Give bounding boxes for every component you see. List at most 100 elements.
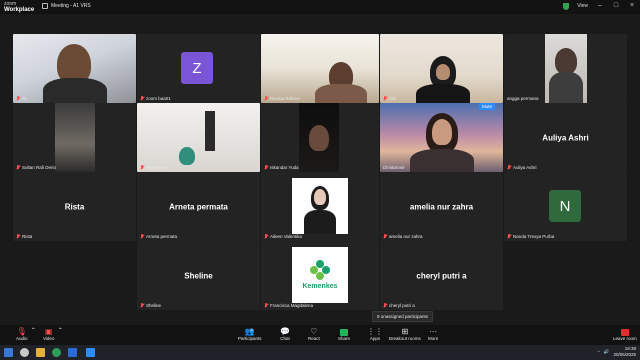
share-button[interactable]: Share (338, 327, 350, 341)
video-tile-iskandar[interactable]: Iskandar Yuda (261, 103, 379, 172)
close-icon[interactable]: × (628, 2, 636, 10)
security-shield-icon[interactable] (563, 2, 570, 10)
minimize-icon[interactable]: – (596, 2, 604, 10)
participant-video (299, 103, 339, 172)
video-tile-al[interactable]: AL (13, 34, 136, 103)
video-options-caret[interactable]: ˆ (59, 327, 62, 336)
name-label: Francisca Magdalena (270, 303, 314, 308)
app-logo: zoom Workplace (4, 1, 34, 13)
meeting-tab[interactable]: Meeting - A1 VRS (42, 3, 91, 9)
file-explorer-icon[interactable] (36, 348, 45, 357)
participant-name: Devina Rahma (264, 96, 300, 101)
mic-muted-icon (264, 96, 268, 101)
participant-display-name: Arneta permata (169, 202, 228, 211)
participant-name: CM (383, 96, 396, 101)
participant-name: Rista (16, 234, 32, 239)
mic-muted-icon (383, 234, 387, 239)
video-tile-sheline[interactable]: Sheline Sheline (137, 241, 260, 310)
chat-label: Chat (280, 336, 290, 341)
chat-button[interactable]: 💬 Chat (280, 327, 290, 341)
video-tile-devina[interactable]: Devina Rahma (261, 34, 379, 103)
participant-display-name: Sheline (184, 271, 213, 280)
participants-button[interactable]: 👥 18 Participants (238, 327, 262, 341)
participant-name: Arja Seisa (140, 165, 167, 170)
name-label: Dimitarose (383, 165, 405, 170)
mute-button[interactable]: Mute (478, 103, 495, 110)
video-tile-dimitarose[interactable]: Mute Dimitarose (380, 103, 503, 172)
volume-icon[interactable]: 🔊 (604, 349, 610, 355)
name-label: Sultan Rafi Derio (22, 165, 57, 170)
name-label: Iskandar Yuda (270, 165, 299, 170)
video-tile-arneta[interactable]: Arneta permata Arneta permata (137, 172, 260, 241)
zoom-app-icon[interactable] (86, 348, 95, 357)
apps-button[interactable]: ⋮⋮ Apps (367, 327, 383, 341)
search-icon[interactable] (20, 348, 29, 357)
meeting-icon (42, 3, 48, 9)
name-label: Auliya Ashri (513, 165, 537, 170)
participant-name: Dimitarose (383, 165, 405, 170)
title-bar: zoom Workplace Meeting - A1 VRS View – □… (0, 0, 640, 14)
breakout-label: Breakout rooms (389, 336, 421, 341)
more-button[interactable]: ··· More (428, 327, 438, 341)
breakout-rooms-button[interactable]: ⊞ Breakout rooms (389, 327, 421, 341)
participant-face (309, 125, 329, 151)
avatar: N (549, 190, 581, 222)
leave-room-button[interactable]: Leave room (613, 327, 637, 341)
wifi-icon[interactable]: ◔ (597, 349, 600, 354)
name-label: AL (22, 96, 28, 101)
participant-video (179, 147, 195, 165)
participant-name: cheryl putri a (383, 303, 415, 308)
react-button[interactable]: ♡ React (308, 327, 320, 341)
name-label: Arja Seisa (146, 165, 167, 170)
participant-name: Sultan Rafi Derio (16, 165, 56, 170)
name-label: Aileen Valentika (270, 234, 302, 239)
video-tile-cm[interactable]: CM (380, 34, 503, 103)
audio-options-caret[interactable]: ˆ (32, 327, 35, 336)
video-tile-arja[interactable]: Arja Seisa (137, 103, 260, 172)
mic-muted-icon (264, 234, 268, 239)
audio-button[interactable]: 🎙 Audio (16, 327, 28, 341)
video-tile-francisca[interactable]: Kemenkes Francisca Magdalena (261, 241, 379, 310)
video-button[interactable]: ▣ Video (43, 327, 54, 341)
video-tile-amelia[interactable]: amelia nur zahra amelia nur zahra (380, 172, 503, 241)
kemenkes-wordmark: Kemenkes (302, 283, 338, 290)
leave-label: Leave room (613, 336, 637, 341)
apps-icon: ⋮⋮ (367, 327, 383, 336)
participant-video (545, 34, 587, 103)
maximize-icon[interactable]: □ (612, 2, 620, 10)
chevron-up-icon: ˆ (59, 327, 62, 336)
participant-name: Sheline (140, 303, 161, 308)
start-icon[interactable] (4, 348, 13, 357)
mic-muted-icon (16, 165, 20, 170)
video-tile-angga[interactable]: angga permana (504, 34, 627, 103)
video-tile-rista[interactable]: Rista Rista (13, 172, 136, 241)
clock[interactable]: 19:38 20/05/2025 (613, 346, 636, 357)
participant-body (43, 78, 107, 103)
participant-name: amelia nur zahra (383, 234, 423, 239)
mic-muted-icon (383, 303, 387, 308)
participant-display-name: cheryl putri a (416, 271, 467, 280)
participant-display-name: Auliya Ashri (542, 133, 589, 142)
participant-name: Arneta permata (140, 234, 177, 239)
mic-muted-icon (264, 165, 268, 170)
video-tile-zoom-baa01[interactable]: Z zoom baa01 (137, 34, 260, 103)
video-tile-nanda[interactable]: N Nanda Trexya Purba (504, 172, 627, 241)
view-button[interactable]: View (577, 3, 588, 9)
mic-muted-icon (140, 96, 144, 101)
participant-name: Nanda Trexya Purba (507, 234, 554, 239)
video-tile-sultan[interactable]: Sultan Rafi Derio (13, 103, 136, 172)
unassigned-participants-tooltip: 9 unassigned participants (372, 311, 434, 322)
video-tile-aileen[interactable]: Aileen Valentika (261, 172, 379, 241)
breakout-rooms-icon: ⊞ (401, 327, 409, 336)
edge-icon[interactable] (68, 348, 77, 357)
os-taskbar: ◔ 🔊 19:38 20/05/2025 (0, 345, 640, 360)
camera-off-icon: ▣ (44, 327, 53, 336)
participant-face (432, 119, 452, 145)
video-tile-auliya[interactable]: Auliya Ashri Auliya Ashri (504, 103, 627, 172)
titlebar-controls: View – □ × (563, 2, 636, 10)
name-label: cheryl putri a (389, 303, 415, 308)
chrome-icon[interactable] (52, 348, 61, 357)
participant-head (555, 48, 577, 74)
share-label: Share (338, 336, 351, 341)
video-tile-cheryl[interactable]: cheryl putri a cheryl putri a (380, 241, 503, 310)
